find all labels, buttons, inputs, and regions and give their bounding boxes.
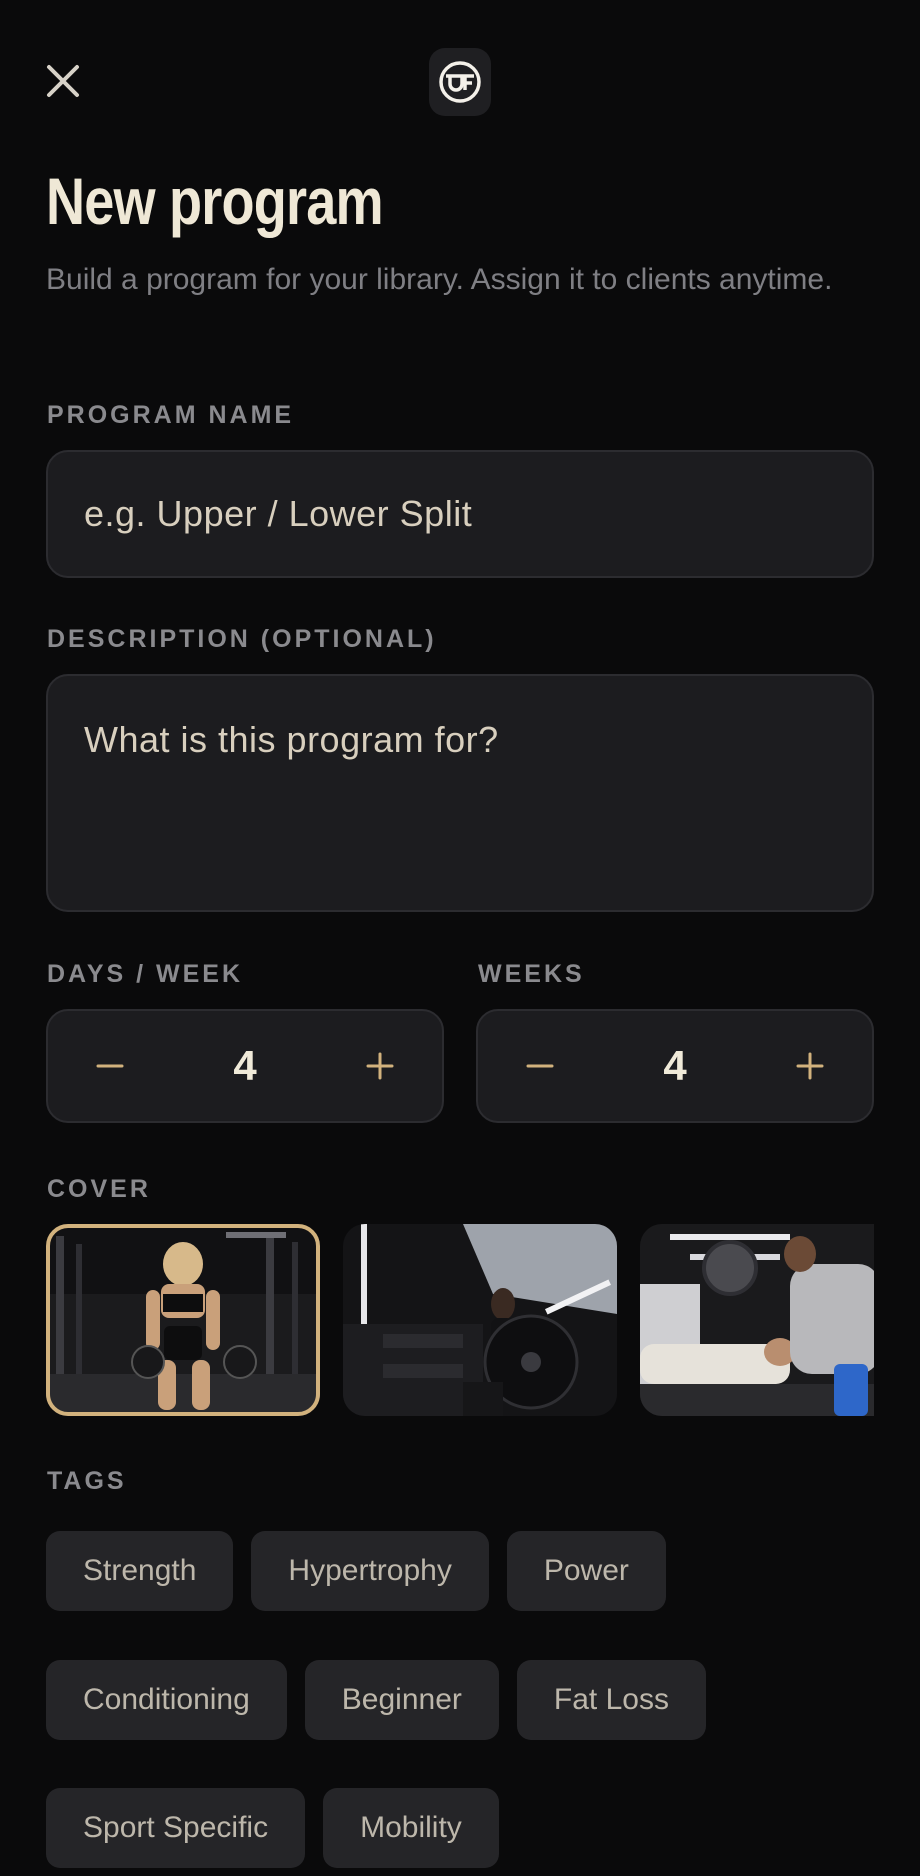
cover-woman-dumbbells-image	[46, 1224, 320, 1416]
brand-logo-icon	[439, 61, 481, 103]
minus-icon	[526, 1064, 554, 1068]
description-input[interactable]	[46, 674, 874, 912]
tag-chip-strength[interactable]: Strength	[46, 1531, 234, 1611]
weeks-stepper: 4	[476, 1009, 874, 1123]
tag-chip-beginner[interactable]: Beginner	[304, 1660, 499, 1740]
tag-chip-mobility[interactable]: Mobility	[323, 1788, 499, 1868]
days-decrement-button[interactable]	[70, 1011, 150, 1121]
weeks-decrement-button[interactable]	[500, 1011, 580, 1121]
description-label: DESCRIPTION (OPTIONAL)	[47, 625, 437, 653]
weeks-label: WEEKS	[478, 960, 585, 988]
plus-icon	[796, 1052, 824, 1080]
program-name-label: PROGRAM NAME	[47, 401, 295, 429]
minus-icon	[96, 1064, 124, 1068]
tag-chip-power[interactable]: Power	[506, 1531, 666, 1611]
tag-chip-hypertrophy[interactable]: Hypertrophy	[251, 1531, 489, 1611]
plus-icon	[366, 1052, 394, 1080]
days-increment-button[interactable]	[340, 1011, 420, 1121]
tag-chip-conditioning[interactable]: Conditioning	[46, 1660, 287, 1740]
cover-label: COVER	[47, 1175, 151, 1203]
cover-option-bench-press-spotter[interactable]	[640, 1224, 874, 1416]
days-per-week-label: DAYS / WEEK	[47, 960, 244, 988]
days-per-week-stepper: 4	[46, 1009, 444, 1123]
cover-picker	[46, 1224, 874, 1416]
page-title: New program	[46, 164, 384, 238]
page-subtitle: Build a program for your library. Assign…	[46, 263, 833, 296]
close-button[interactable]	[40, 58, 86, 104]
tags-label: TAGS	[47, 1467, 127, 1495]
cover-option-woman-dumbbells[interactable]	[46, 1224, 320, 1416]
new-program-screen: New program Build a program for your lib…	[0, 0, 920, 1876]
cover-woman-york-plate-image	[343, 1224, 617, 1416]
tag-chip-sport-specific[interactable]: Sport Specific	[46, 1788, 306, 1868]
cover-option-woman-york-plate[interactable]	[343, 1224, 617, 1416]
tag-chip-fat-loss[interactable]: Fat Loss	[516, 1660, 706, 1740]
weeks-increment-button[interactable]	[770, 1011, 850, 1121]
brand-logo	[429, 48, 491, 116]
program-name-input[interactable]	[46, 450, 874, 578]
cover-bench-press-spotter-image	[640, 1224, 874, 1416]
close-icon	[47, 65, 79, 97]
